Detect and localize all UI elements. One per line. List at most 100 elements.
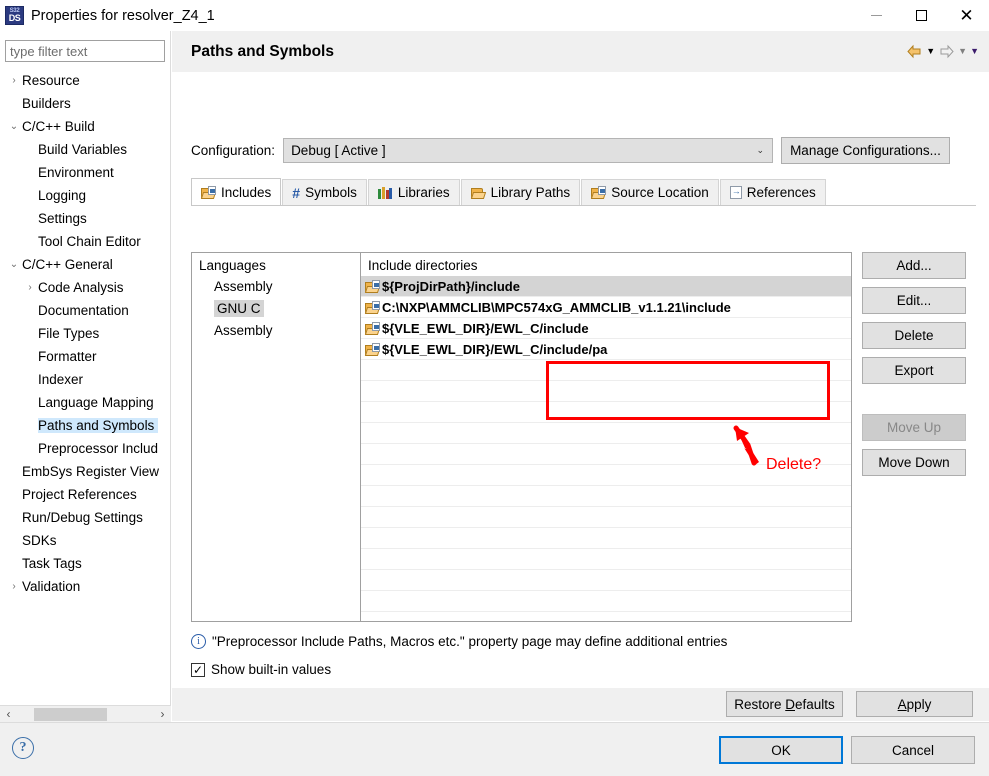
chevron-down-icon[interactable]: ⌄ bbox=[757, 145, 765, 156]
include-directories-panel[interactable]: Include directories ${ProjDirPath}/inclu… bbox=[360, 252, 852, 622]
sidebar-item-indexer[interactable]: ·Indexer bbox=[0, 368, 171, 391]
tab-label: Symbols bbox=[305, 185, 357, 200]
scroll-left-icon[interactable]: ‹ bbox=[0, 708, 17, 720]
scroll-right-icon[interactable]: › bbox=[154, 708, 171, 720]
sidebar-item-language-mapping[interactable]: ·Language Mapping bbox=[0, 391, 171, 414]
tab-symbols[interactable]: # Symbols bbox=[282, 179, 367, 205]
sidebar-item-code-analysis[interactable]: › Code Analysis bbox=[0, 276, 171, 299]
chevron-right-icon[interactable]: › bbox=[6, 75, 22, 86]
add-button[interactable]: Add... bbox=[862, 252, 966, 279]
sidebar-item-validation[interactable]: › Validation bbox=[0, 575, 171, 598]
include-directory-empty-row[interactable] bbox=[361, 507, 851, 528]
sidebar-item-embsys-register-view[interactable]: ·EmbSys Register View bbox=[0, 460, 171, 483]
include-directory-empty-row[interactable] bbox=[361, 381, 851, 402]
sidebar-item-file-types[interactable]: ·File Types bbox=[0, 322, 171, 345]
sidebar-item-label: File Types bbox=[38, 326, 100, 341]
sidebar-item-sdks[interactable]: ·SDKs bbox=[0, 529, 171, 552]
sidebar-item-project-references[interactable]: ·Project References bbox=[0, 483, 171, 506]
edit-button[interactable]: Edit... bbox=[862, 287, 966, 314]
include-directories-list: ${ProjDirPath}/include C:\NXP\AMMCLIB\MPC… bbox=[361, 276, 851, 621]
sidebar-item-build-variables[interactable]: ·Build Variables bbox=[0, 138, 171, 161]
languages-panel[interactable]: Languages Assembly GNU C Assembly bbox=[191, 252, 361, 622]
include-directory-empty-row[interactable] bbox=[361, 570, 851, 591]
close-button[interactable]: ✕ bbox=[944, 0, 989, 31]
sidebar-item-run-debug-settings[interactable]: ·Run/Debug Settings bbox=[0, 506, 171, 529]
maximize-button[interactable] bbox=[899, 0, 944, 31]
sidebar-item-tool-chain-editor[interactable]: ·Tool Chain Editor bbox=[0, 230, 171, 253]
forward-dropdown-icon[interactable]: ▼ bbox=[958, 47, 967, 56]
include-actions: Add... Edit... Delete Export Move Up Move Dow… bbox=[862, 252, 966, 484]
sidebar-item-settings[interactable]: ·Settings bbox=[0, 207, 171, 230]
back-dropdown-icon[interactable]: ▼ bbox=[926, 47, 935, 56]
sidebar-item-paths-and-symbols[interactable]: ·Paths and Symbols bbox=[0, 414, 171, 437]
export-button[interactable]: Export bbox=[862, 357, 966, 384]
sidebar-item-environment[interactable]: ·Environment bbox=[0, 161, 171, 184]
language-item[interactable]: Assembly bbox=[192, 276, 360, 298]
tree-horizontal-scrollbar[interactable]: ‹ › bbox=[0, 705, 171, 723]
include-directory-empty-row[interactable] bbox=[361, 591, 851, 612]
language-label: GNU C bbox=[214, 300, 264, 317]
apply-mnemonic: A bbox=[897, 696, 907, 712]
configuration-select[interactable]: Debug [ Active ] ⌄ bbox=[283, 138, 774, 163]
include-directory-empty-row[interactable] bbox=[361, 528, 851, 549]
sidebar-item-builders[interactable]: ·Builders bbox=[0, 92, 171, 115]
include-directory-row[interactable]: ${VLE_EWL_DIR}/EWL_C/include bbox=[361, 318, 851, 339]
sidebar-item-c-c-build[interactable]: ⌄ C/C++ Build bbox=[0, 115, 171, 138]
window-controls: ✕ bbox=[854, 0, 989, 31]
sidebar-item-label: Logging bbox=[38, 188, 87, 203]
tree-spacer: · bbox=[22, 329, 38, 339]
minimize-button[interactable] bbox=[854, 0, 899, 31]
include-directory-empty-row[interactable] bbox=[361, 402, 851, 423]
chevron-down-icon[interactable]: ⌄ bbox=[6, 121, 22, 132]
chevron-right-icon[interactable]: › bbox=[22, 282, 38, 293]
ok-button[interactable]: OK bbox=[719, 736, 843, 764]
sidebar-item-logging[interactable]: ·Logging bbox=[0, 184, 171, 207]
sidebar-item-resource[interactable]: › Resource bbox=[0, 69, 171, 92]
chevron-right-icon[interactable]: › bbox=[6, 581, 22, 592]
cancel-button[interactable]: Cancel bbox=[851, 736, 975, 764]
tab-label: References bbox=[746, 185, 816, 200]
include-directory-empty-row[interactable] bbox=[361, 360, 851, 381]
sidebar-item-c-c-general[interactable]: ⌄ C/C++ General bbox=[0, 253, 171, 276]
help-icon[interactable]: ? bbox=[12, 737, 34, 759]
include-directory-empty-row[interactable] bbox=[361, 612, 851, 621]
tree-spacer: · bbox=[6, 490, 22, 500]
restore-defaults-button[interactable]: Restore Defaults bbox=[726, 691, 843, 717]
books-icon bbox=[377, 186, 393, 199]
apply-button-bar: Restore Defaults Apply bbox=[172, 688, 989, 721]
chevron-down-icon[interactable]: ⌄ bbox=[6, 259, 22, 270]
forward-arrow-icon bbox=[938, 44, 955, 59]
include-directory-empty-row[interactable] bbox=[361, 549, 851, 570]
move-down-button[interactable]: Move Down bbox=[862, 449, 966, 476]
language-item[interactable]: Assembly bbox=[192, 320, 360, 342]
folder-source-icon bbox=[591, 186, 607, 199]
manage-configurations-button[interactable]: Manage Configurations... bbox=[781, 137, 950, 164]
tab-references[interactable]: References bbox=[719, 179, 826, 205]
include-directory-empty-row[interactable] bbox=[361, 423, 851, 444]
sidebar-item-documentation[interactable]: ·Documentation bbox=[0, 299, 171, 322]
tab-includes[interactable]: Includes bbox=[191, 178, 282, 205]
language-item[interactable]: GNU C bbox=[192, 298, 360, 320]
scroll-track[interactable] bbox=[17, 705, 154, 723]
show-builtin-values-row[interactable]: ✓ Show built-in values bbox=[191, 662, 331, 677]
delete-button[interactable]: Delete bbox=[862, 322, 966, 349]
include-directory-row[interactable]: C:\NXP\AMMCLIB\MPC574xG_AMMCLIB_v1.1.21\… bbox=[361, 297, 851, 318]
back-arrow-icon[interactable] bbox=[906, 44, 923, 59]
include-directory-row[interactable]: ${ProjDirPath}/include bbox=[361, 276, 851, 297]
configuration-value: Debug [ Active ] bbox=[291, 143, 386, 158]
tab-libraries[interactable]: Libraries bbox=[367, 179, 460, 205]
tab-source-location[interactable]: Source Location bbox=[581, 179, 719, 205]
sidebar-item-task-tags[interactable]: ·Task Tags bbox=[0, 552, 171, 575]
filter-input[interactable] bbox=[5, 40, 165, 62]
view-menu-icon[interactable]: ▼ bbox=[970, 47, 979, 56]
apply-button[interactable]: Apply bbox=[856, 691, 973, 717]
scroll-thumb[interactable] bbox=[34, 707, 107, 721]
include-directory-path: ${VLE_EWL_DIR}/EWL_C/include/pa bbox=[382, 341, 608, 357]
show-builtin-values-checkbox[interactable]: ✓ bbox=[191, 662, 205, 677]
include-directory-row[interactable]: ${VLE_EWL_DIR}/EWL_C/include/pa bbox=[361, 339, 851, 360]
sidebar-item-preprocessor-includ[interactable]: ·Preprocessor Includ bbox=[0, 437, 171, 460]
sidebar-item-label: Documentation bbox=[38, 303, 129, 318]
include-directory-empty-row[interactable] bbox=[361, 486, 851, 507]
tab-library-paths[interactable]: Library Paths bbox=[460, 179, 581, 205]
sidebar-item-formatter[interactable]: ·Formatter bbox=[0, 345, 171, 368]
